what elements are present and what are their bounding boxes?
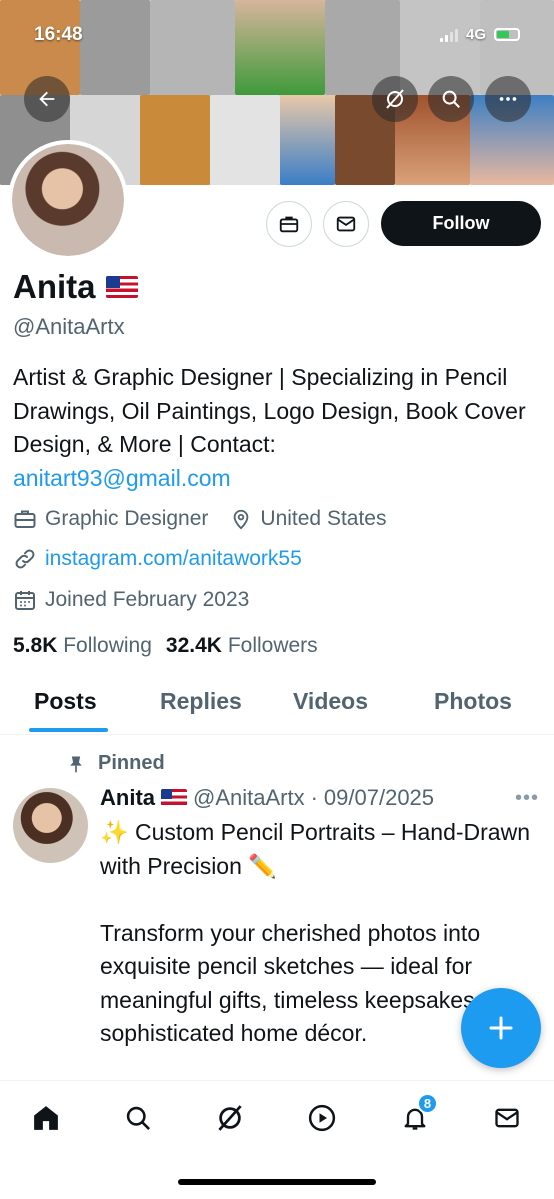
- followers-link[interactable]: 32.4K Followers: [166, 634, 318, 658]
- following-count: 5.8K: [13, 634, 58, 657]
- us-flag-icon: [105, 276, 138, 298]
- tab-posts[interactable]: Posts: [34, 688, 97, 715]
- banner-artwork: [280, 95, 335, 185]
- plus-icon: [489, 1016, 513, 1040]
- post-more-icon[interactable]: •••: [515, 787, 539, 810]
- profile-bio: Artist & Graphic Designer | Specializing…: [13, 361, 533, 495]
- search-icon: [442, 90, 460, 108]
- profile-avatar[interactable]: [8, 140, 128, 260]
- location: United States: [260, 507, 387, 530]
- bio-email-link[interactable]: anitart93@gmail.com: [13, 462, 533, 496]
- post-avatar[interactable]: [13, 788, 88, 863]
- status-bar: 16:48 4G: [0, 22, 554, 50]
- back-button[interactable]: [24, 76, 70, 122]
- post-header: Anita @AnitaArtx · 09/07/2025: [100, 785, 434, 811]
- more-options-button[interactable]: [485, 76, 531, 122]
- link-icon: [15, 549, 35, 569]
- subscribe-button[interactable]: [266, 201, 312, 247]
- active-tab-indicator: [29, 728, 108, 732]
- profile-name: Anita: [13, 268, 138, 306]
- notification-badge: 8: [417, 1093, 438, 1114]
- nav-home[interactable]: [26, 1098, 66, 1138]
- follow-counts: 5.8K Following 32.4K Followers: [13, 634, 318, 658]
- post-author[interactable]: Anita: [100, 785, 155, 811]
- mail-icon: [336, 216, 356, 232]
- post-handle[interactable]: @AnitaArtx: [193, 785, 305, 811]
- profile-meta-row: Graphic Designer United States: [13, 507, 386, 531]
- signal-icon: [439, 28, 458, 42]
- banner-artwork: [140, 95, 210, 185]
- pin-icon: [70, 756, 82, 772]
- tab-photos[interactable]: Photos: [434, 688, 512, 715]
- following-link[interactable]: 5.8K Following: [13, 634, 152, 658]
- followers-count: 32.4K: [165, 634, 222, 657]
- nav-notifications[interactable]: 8: [395, 1093, 438, 1138]
- avatar-image: [12, 144, 124, 256]
- message-button[interactable]: [323, 201, 369, 247]
- arrow-left-icon: [39, 91, 55, 107]
- more-icon: [499, 97, 517, 101]
- post-separator: ·: [310, 785, 318, 810]
- nav-search[interactable]: [118, 1098, 158, 1138]
- follow-button[interactable]: Follow: [381, 201, 541, 246]
- play-icon: [308, 1104, 336, 1132]
- nav-messages[interactable]: [487, 1098, 527, 1138]
- tab-replies[interactable]: Replies: [160, 688, 242, 715]
- nav-videos[interactable]: [302, 1098, 342, 1138]
- following-label: Following: [63, 634, 152, 657]
- calendar-icon: [15, 591, 35, 610]
- briefcase-icon: [14, 510, 36, 528]
- profile-tabs: Posts Replies Videos Photos: [0, 670, 554, 735]
- home-indicator: [178, 1179, 376, 1185]
- compose-button[interactable]: [461, 988, 541, 1068]
- mail-icon: [495, 1108, 519, 1128]
- pinned-indicator: Pinned: [66, 752, 165, 775]
- website-row: instagram.com/anitawork55: [13, 547, 302, 571]
- profession: Graphic Designer: [45, 507, 209, 530]
- joined-date: Joined February 2023: [45, 588, 250, 611]
- location-icon: [234, 509, 249, 530]
- grok-icon: [218, 1105, 242, 1131]
- website-link[interactable]: instagram.com/anitawork55: [45, 547, 302, 571]
- joined-row: Joined February 2023: [13, 588, 249, 612]
- nav-grok[interactable]: [210, 1098, 250, 1138]
- followers-label: Followers: [227, 634, 318, 657]
- search-icon: [126, 1106, 150, 1130]
- post-line-1: ✨ Custom Pencil Portraits – Hand-Drawn w…: [100, 819, 531, 879]
- grok-button[interactable]: [372, 76, 418, 122]
- grok-icon: [386, 89, 404, 109]
- status-time: 16:48: [34, 24, 83, 45]
- home-icon: [34, 1106, 58, 1130]
- bio-text: Artist & Graphic Designer | Specializing…: [13, 364, 526, 457]
- briefcase-icon: [279, 216, 299, 233]
- battery-icon: [494, 28, 520, 41]
- display-name: Anita: [13, 268, 96, 305]
- us-flag-icon: [161, 789, 187, 807]
- pinned-label: Pinned: [98, 752, 165, 774]
- network-type: 4G: [465, 26, 486, 43]
- bottom-nav: 8: [0, 1080, 554, 1199]
- search-button[interactable]: [428, 76, 474, 122]
- tab-videos[interactable]: Videos: [293, 688, 368, 715]
- banner-artwork: [210, 95, 280, 185]
- post-date[interactable]: 09/07/2025: [324, 785, 434, 811]
- profile-handle: @AnitaArtx: [13, 314, 125, 339]
